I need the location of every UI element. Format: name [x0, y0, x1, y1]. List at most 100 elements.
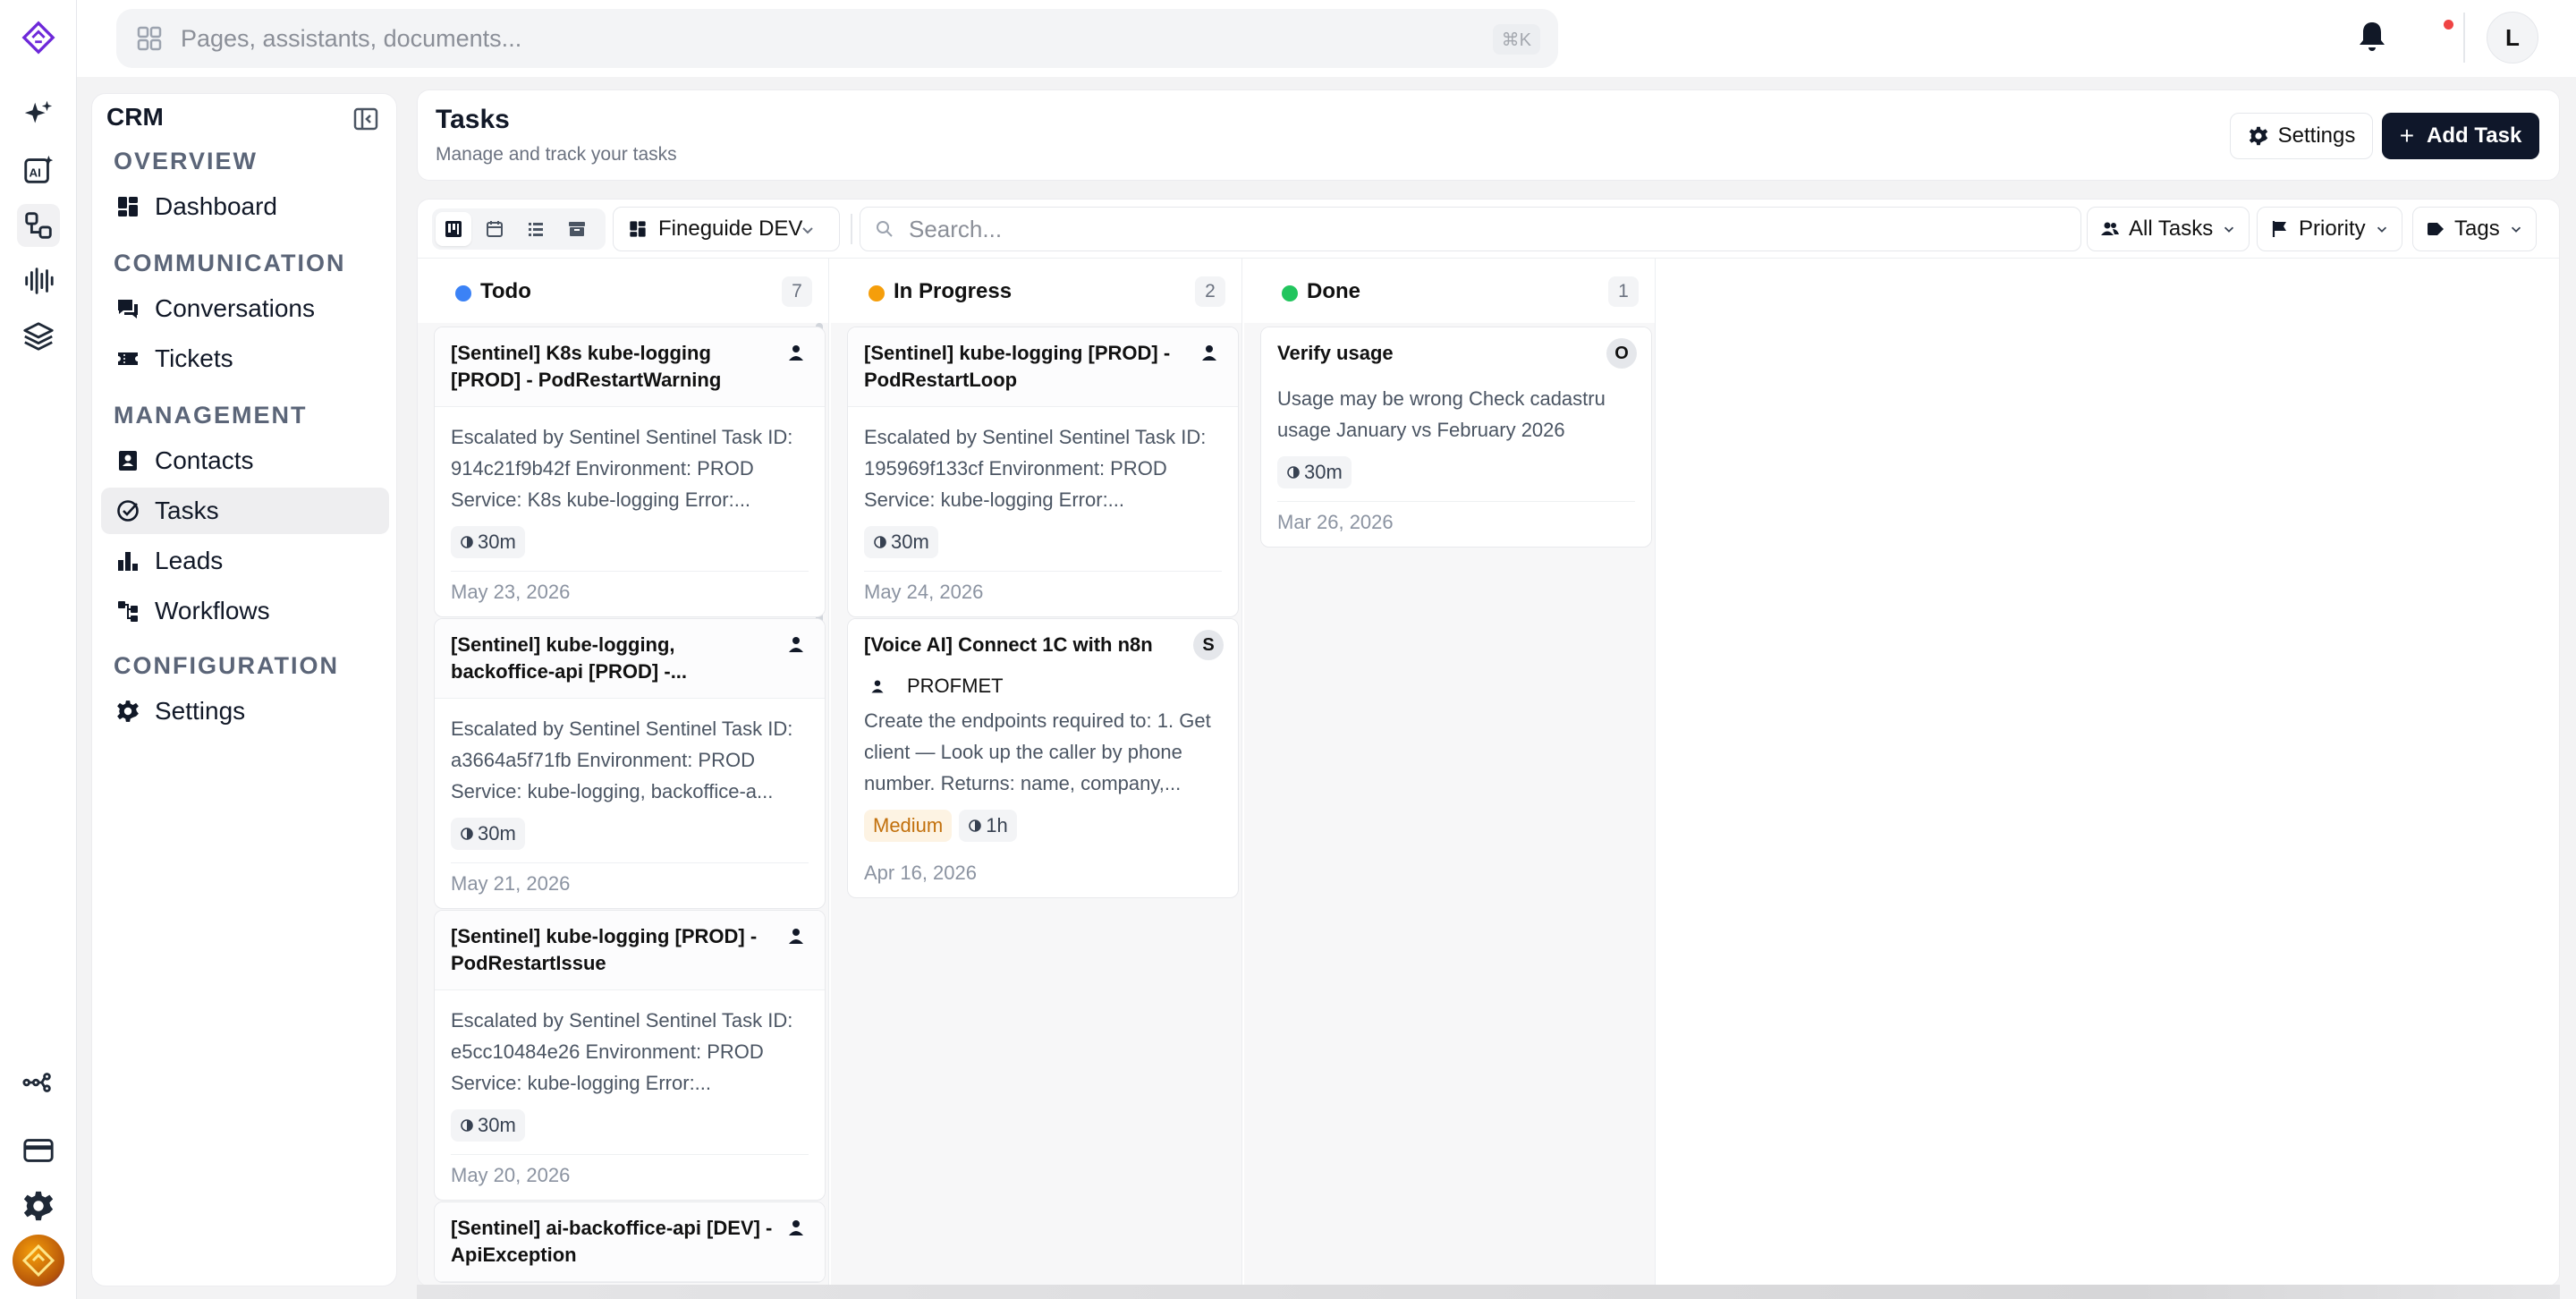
card-title: Verify usage [1277, 342, 1394, 364]
sidebar-item-workflows[interactable]: Workflows [101, 588, 389, 634]
sidebar-item-label: Workflows [155, 597, 270, 624]
priority-badge: Medium [864, 810, 953, 842]
bar-chart-icon [118, 552, 138, 571]
list-view-button[interactable] [518, 212, 554, 246]
user-avatar[interactable]: L [2487, 12, 2538, 64]
sidebar-item-tickets[interactable]: Tickets [101, 335, 389, 382]
settings-button[interactable]: Settings [2230, 113, 2373, 159]
assignee-user-icon[interactable] [782, 1213, 810, 1242]
assignee-avatar[interactable]: S [1193, 630, 1224, 660]
add-task-button[interactable]: + Add Task [2382, 113, 2539, 159]
sidebar-item-label: Tickets [155, 344, 233, 372]
clock-icon [1287, 466, 1300, 479]
clock-icon [461, 828, 473, 840]
task-search-field[interactable] [860, 207, 2081, 251]
card-header: [Voice AI] Connect 1C with n8n S [848, 619, 1238, 671]
status-dot [455, 285, 471, 301]
column-in-progress: In Progress 2 [Sentinel] kube-logging [P… [831, 259, 1242, 1286]
sidebar-item-contacts[interactable]: Contacts [101, 437, 389, 484]
card-body: Escalated by Sentinel Sentinel Task ID: … [435, 407, 825, 558]
notification-dot [2444, 20, 2453, 30]
horizontal-scrollbar[interactable] [417, 1285, 2560, 1299]
task-search-input[interactable] [909, 215, 1982, 243]
kanban-view-button[interactable] [436, 212, 471, 246]
card-tags: 30m [1277, 456, 1635, 488]
sparkles-icon[interactable] [17, 93, 60, 136]
calendar-icon [487, 221, 503, 237]
list-icon [529, 223, 543, 236]
column-header: Done 1 [1244, 259, 1655, 323]
priority-filter[interactable]: Priority [2257, 207, 2402, 251]
card-tags: 30m [451, 526, 809, 558]
assignee-avatar[interactable]: O [1606, 338, 1637, 369]
page-title: Tasks [436, 105, 510, 134]
calendar-view-button[interactable] [477, 212, 513, 246]
view-switcher [432, 208, 606, 250]
clock-icon [969, 819, 982, 832]
settings-gear-icon[interactable] [17, 1184, 60, 1227]
sidebar-item-dashboard[interactable]: Dashboard [101, 183, 389, 230]
check-circle-icon [117, 500, 139, 522]
task-card[interactable]: Verify usage O Usage may be wrong Check … [1260, 327, 1652, 548]
column-count-badge: 1 [1608, 276, 1639, 307]
sidebar-item-label: Settings [155, 697, 246, 725]
task-card[interactable]: [Sentinel] K8s kube-logging [PROD] - Pod… [434, 327, 826, 617]
chevron-down-icon [802, 227, 813, 234]
assignee-user-icon[interactable] [782, 921, 810, 950]
task-card[interactable]: [Sentinel] kube-logging, backoffice-api … [434, 618, 826, 909]
sidebar-item-leads[interactable]: Leads [101, 538, 389, 584]
task-card[interactable]: [Voice AI] Connect 1C with n8n S PROFMET… [847, 618, 1239, 898]
user-icon [871, 680, 884, 693]
assignee-user-icon[interactable] [1195, 338, 1224, 367]
brand-avatar[interactable] [13, 1235, 64, 1286]
card-header: [Sentinel] kube-logging [PROD] - PodRest… [848, 327, 1238, 407]
card-body: Escalated by Sentinel Sentinel Task ID: … [435, 990, 825, 1142]
column-count-badge: 2 [1195, 276, 1225, 307]
search-icon [877, 221, 893, 237]
notification-bell-icon[interactable] [2354, 18, 2390, 54]
workspace-select[interactable]: Fineguide DEV [613, 207, 840, 251]
card-body: PROFMET Create the endpoints required to… [848, 671, 1238, 842]
task-card[interactable]: [Sentinel] kube-logging [PROD] - PodRest… [847, 327, 1239, 617]
time-estimate-badge: 30m [451, 818, 525, 850]
card-description: Escalated by Sentinel Sentinel Task ID: … [451, 717, 793, 802]
column-body: Verify usage O Usage may be wrong Check … [1244, 323, 1655, 1286]
audio-wave-icon[interactable] [17, 259, 60, 302]
chevron-down-icon [2224, 226, 2234, 233]
card-tags: Medium 1h [864, 810, 1222, 842]
sidebar-item-conversations[interactable]: Conversations [101, 285, 389, 332]
assignee-user-icon[interactable] [782, 630, 810, 658]
ticket-icon [118, 352, 138, 365]
task-card[interactable]: [Sentinel] ai-backoffice-api [DEV] - Api… [434, 1201, 826, 1283]
time-estimate-value: 30m [478, 822, 516, 845]
all-tasks-filter[interactable]: All Tasks [2087, 207, 2250, 251]
collapse-sidebar-icon[interactable] [352, 105, 380, 133]
card-date: May 21, 2026 [451, 862, 809, 908]
assignee-user-icon[interactable] [782, 338, 810, 367]
layers-icon[interactable] [17, 315, 60, 358]
ai-icon[interactable]: AI [17, 149, 60, 191]
task-card[interactable]: [Sentinel] kube-logging [PROD] - PodRest… [434, 910, 826, 1201]
sidebar-item-tasks[interactable]: Tasks [101, 488, 389, 534]
clock-icon [461, 536, 473, 548]
time-estimate-value: 30m [891, 531, 929, 553]
billing-card-icon[interactable] [17, 1129, 60, 1172]
sidebar-title: CRM [106, 103, 164, 131]
global-search-bar[interactable]: Pages, assistants, documents... ⌘K [116, 9, 1558, 68]
tags-filter[interactable]: Tags [2412, 207, 2537, 251]
page-header: Tasks Manage and track your tasks Settin… [417, 89, 2560, 181]
column-count-badge: 7 [782, 276, 812, 307]
card-date: May 24, 2026 [864, 571, 1222, 616]
integrations-icon[interactable] [17, 1061, 60, 1104]
search-shortcut-badge: ⌘K [1492, 24, 1540, 55]
sidebar-item-settings[interactable]: Settings [101, 688, 389, 734]
svg-text:AI: AI [30, 166, 41, 180]
workflow-icon[interactable] [17, 204, 60, 247]
top-bar: Pages, assistants, documents... ⌘K [77, 0, 2576, 77]
status-dot [1282, 285, 1298, 301]
archive-view-button[interactable] [559, 212, 595, 246]
logo-icon[interactable] [17, 16, 60, 59]
card-date: Apr 16, 2026 [864, 862, 977, 884]
all-tasks-filter-label: All Tasks [2129, 216, 2214, 241]
global-search-placeholder: Pages, assistants, documents... [181, 24, 522, 52]
